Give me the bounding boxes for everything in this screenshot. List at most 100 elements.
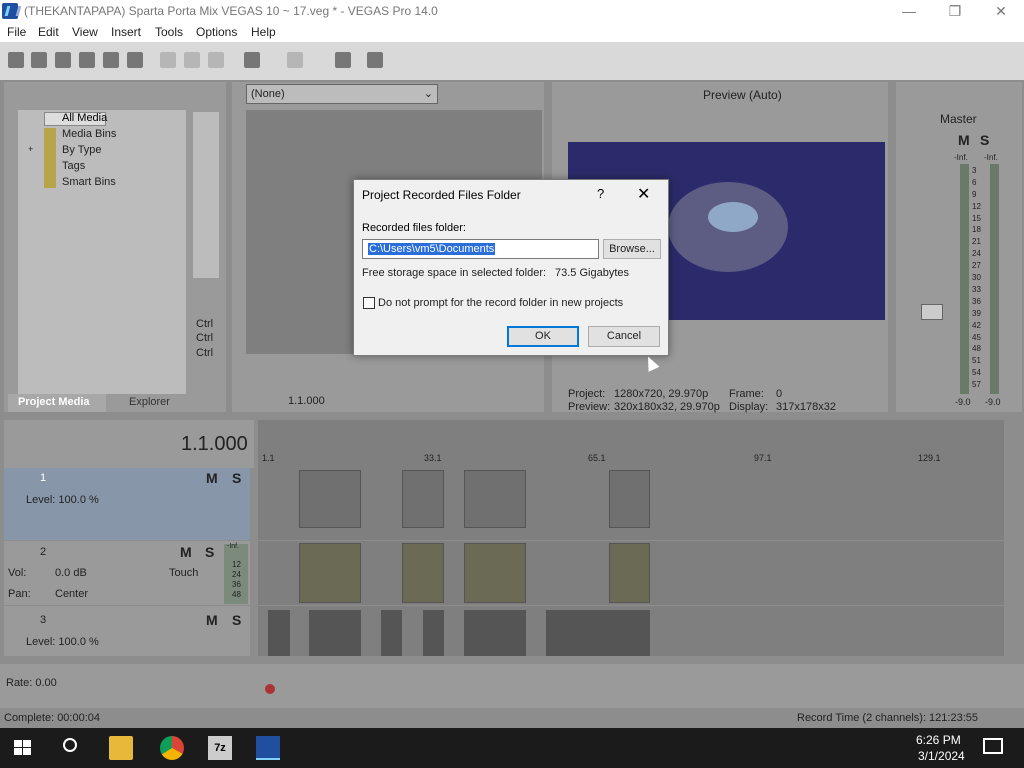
track-3-mute[interactable]: M: [206, 612, 218, 628]
help-icon[interactable]: [367, 52, 383, 68]
folder-input[interactable]: C:\Users\vm5\Documents: [362, 239, 599, 259]
search-icon[interactable]: [60, 736, 84, 760]
ctrl-label-2: Ctrl: [196, 332, 214, 344]
master-scale-tick: 54: [972, 368, 981, 378]
track-2-vol-label: Vol:: [8, 567, 27, 579]
save-as-icon[interactable]: [79, 52, 95, 68]
preview-value: 320x180x32, 29.970p: [614, 401, 720, 413]
browse-button[interactable]: Browse...: [603, 239, 661, 259]
chrome-icon[interactable]: [160, 736, 184, 760]
video-clip[interactable]: [423, 610, 444, 656]
tab-explorer[interactable]: Explorer: [129, 396, 170, 408]
master-mute[interactable]: M: [958, 132, 970, 148]
video-clip[interactable]: [609, 470, 650, 528]
clock-date[interactable]: 3/1/2024: [918, 749, 965, 763]
record-icon[interactable]: [265, 684, 275, 694]
master-bottom-right: -9.0: [985, 397, 1001, 407]
frame-label: Frame:: [729, 388, 764, 400]
tree-all-media[interactable]: All Media: [62, 112, 107, 124]
notifications-icon[interactable]: [983, 738, 1003, 754]
menu-file[interactable]: File: [7, 25, 26, 39]
track-2-mute[interactable]: M: [180, 544, 192, 560]
space-label: Free storage space in selected folder:: [362, 267, 547, 279]
copy-icon[interactable]: [184, 52, 200, 68]
ok-button[interactable]: OK: [507, 326, 579, 347]
audio-clip[interactable]: [299, 543, 361, 603]
no-prompt-checkbox[interactable]: [363, 297, 375, 309]
display-value: 317x178x32: [776, 401, 836, 413]
ctrl-label-3: Ctrl: [196, 347, 214, 359]
render-icon[interactable]: [103, 52, 119, 68]
dialog-help-button[interactable]: ?: [597, 186, 604, 201]
video-clip[interactable]: [268, 610, 290, 656]
minimize-button[interactable]: —: [886, 0, 932, 22]
open-icon[interactable]: [31, 52, 47, 68]
video-clip[interactable]: [546, 610, 650, 656]
audio-clip[interactable]: [609, 543, 650, 603]
track-2-pan-label: Pan:: [8, 588, 31, 600]
tool-icon[interactable]: [335, 52, 351, 68]
preview-quality[interactable]: Preview (Auto): [703, 88, 782, 102]
video-clip[interactable]: [299, 470, 361, 528]
status-bar: Complete: 00:00:04 Record Time (2 channe…: [0, 708, 1024, 728]
track-2-solo[interactable]: S: [205, 544, 214, 560]
tab-project-media[interactable]: Project Media: [18, 396, 90, 408]
track-3-solo[interactable]: S: [232, 612, 241, 628]
track-2-vol-value: 0.0 dB: [55, 567, 87, 579]
track-2-meter-12: 12: [232, 560, 241, 569]
save-icon[interactable]: [55, 52, 71, 68]
clock-time[interactable]: 6:26 PM: [916, 733, 961, 747]
start-icon[interactable]: [12, 736, 36, 760]
tree-media-bins[interactable]: Media Bins: [62, 128, 116, 140]
video-clip[interactable]: [381, 610, 402, 656]
track-2-meter-24: 24: [232, 570, 241, 579]
media-scrollbar[interactable]: [193, 112, 219, 278]
menu-help[interactable]: Help: [251, 25, 276, 39]
master-solo[interactable]: S: [980, 132, 989, 148]
master-bottom-left: -9.0: [955, 397, 971, 407]
no-prompt-label[interactable]: Do not prompt for the record folder in n…: [378, 297, 623, 309]
menu-options[interactable]: Options: [196, 25, 237, 39]
master-scale: 3 6 9 12 15 18 21 24 27 30 33 36 39 42 45 48 51 54 57: [970, 166, 988, 392]
trimmer-dropdown[interactable]: (None) ⌄: [246, 84, 438, 104]
close-button[interactable]: ✕: [978, 0, 1024, 22]
master-fader[interactable]: [921, 304, 943, 320]
maximize-button[interactable]: ❐: [932, 0, 978, 22]
menu-tools[interactable]: Tools: [155, 25, 183, 39]
new-icon[interactable]: [8, 52, 24, 68]
menu-insert[interactable]: Insert: [111, 25, 141, 39]
vegas-icon[interactable]: [256, 736, 280, 760]
track-1-level: Level: 100.0 %: [26, 494, 99, 506]
master-scale-tick: 42: [972, 320, 981, 330]
tree-by-type[interactable]: By Type: [62, 144, 102, 156]
master-scale-tick: 51: [972, 356, 981, 366]
cut-icon[interactable]: [160, 52, 176, 68]
audio-clip[interactable]: [464, 543, 526, 603]
tree-smart-bins[interactable]: Smart Bins: [62, 176, 116, 188]
video-clip[interactable]: [464, 470, 526, 528]
paste-icon[interactable]: [208, 52, 224, 68]
title-bar: (THEKANTAPAPA) Sparta Porta Mix VEGAS 10…: [0, 0, 1024, 22]
menu-view[interactable]: View: [72, 25, 98, 39]
properties-gear-icon[interactable]: [127, 52, 143, 68]
media-tree: All Media Media Bins + By Type Tags Smar…: [18, 110, 186, 394]
window-title: (THEKANTAPAPA) Sparta Porta Mix VEGAS 10…: [24, 4, 438, 18]
7zip-icon[interactable]: 7z: [208, 736, 232, 760]
track-1-solo[interactable]: S: [232, 470, 241, 486]
tree-expander[interactable]: +: [28, 144, 33, 154]
tree-tags[interactable]: Tags: [62, 160, 85, 172]
audio-clip[interactable]: [402, 543, 444, 603]
track-2-touch[interactable]: Touch: [169, 567, 198, 579]
ruler-5: 129.1: [918, 453, 941, 463]
video-clip[interactable]: [464, 610, 526, 656]
file-explorer-icon[interactable]: [109, 736, 133, 760]
video-clip[interactable]: [309, 610, 361, 656]
taskbar: 7z 6:26 PM 3/1/2024: [0, 728, 1024, 768]
video-clip[interactable]: [402, 470, 444, 528]
cancel-button[interactable]: Cancel: [588, 326, 660, 347]
redo-icon[interactable]: [287, 52, 303, 68]
undo-icon[interactable]: [244, 52, 260, 68]
track-1-mute[interactable]: M: [206, 470, 218, 486]
menu-edit[interactable]: Edit: [38, 25, 59, 39]
dialog-close-button[interactable]: ✕: [637, 184, 650, 204]
